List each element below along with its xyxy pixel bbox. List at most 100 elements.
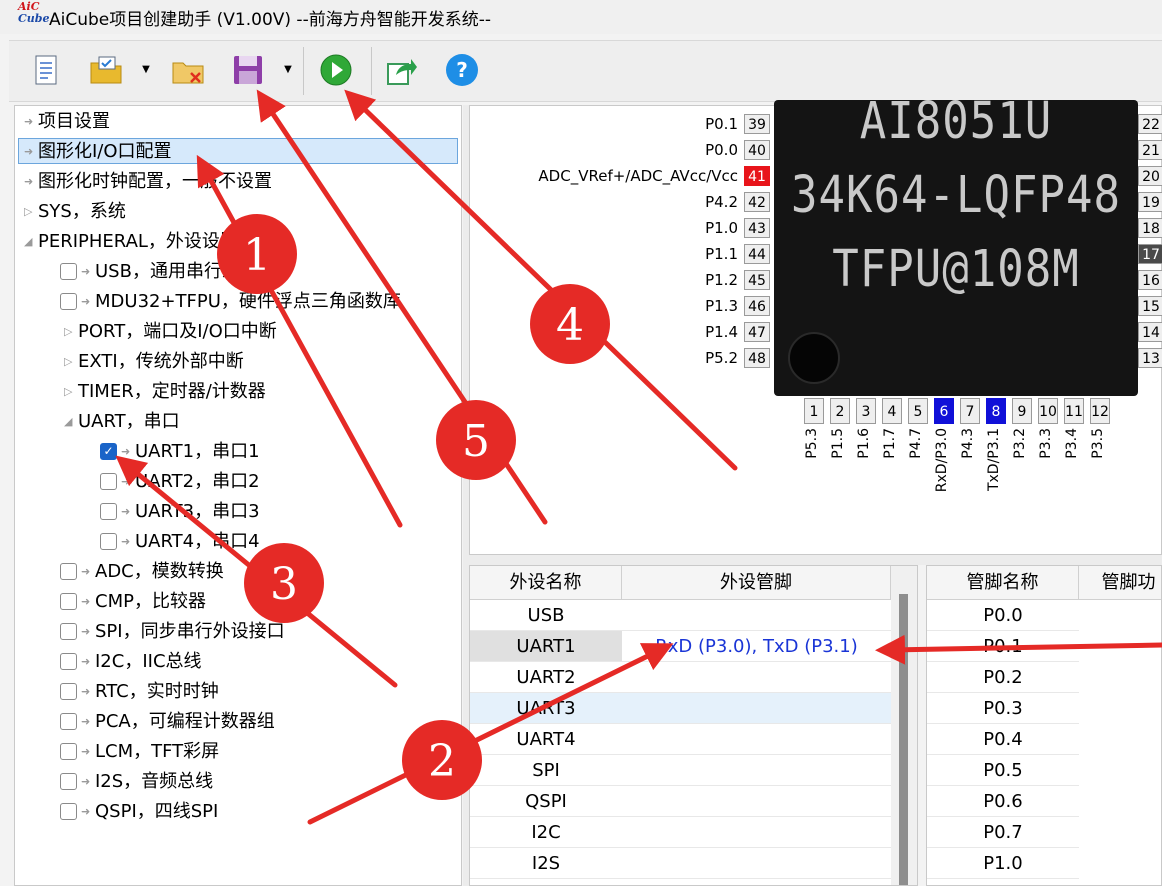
scrollbar-thumb[interactable] [899,594,908,885]
tree-item-usb[interactable]: ➜ USB，通用串行总线 [60,259,258,285]
table-cell-pin[interactable]: P0.1 [927,631,1079,662]
pin-14[interactable]: 14 [1138,322,1162,342]
table-cell-name[interactable]: QSPI [470,786,622,817]
expand-arrow-icon[interactable]: ▷ [64,319,74,345]
tree-item-uart[interactable]: ◢ UART，串口 [64,409,180,435]
table-cell-name[interactable]: UART1 [470,631,622,662]
pin-39[interactable]: 39 [744,114,770,134]
tree-item-peripheral[interactable]: ◢ PERIPHERAL，外设设置 [24,229,238,255]
checkbox[interactable] [60,592,77,610]
table-cell-pins[interactable] [622,755,891,786]
pin-8[interactable]: 8 [986,398,1006,424]
table-cell-pin[interactable]: P1.0 [927,848,1079,879]
tree-item-timer[interactable]: ▷ TIMER，定时器/计数器 [64,379,266,405]
collapse-arrow-icon[interactable]: ◢ [64,409,74,435]
checkbox[interactable] [60,712,77,730]
tree-item-adc[interactable]: ➜ ADC，模数转换 [60,559,224,585]
checkbox[interactable] [60,742,77,760]
pin-9[interactable]: 9 [1012,398,1032,424]
pin-1[interactable]: 1 [804,398,824,424]
table-cell-pin[interactable]: P0.7 [927,817,1079,848]
open-dropdown-arrow[interactable]: ▼ [139,63,153,77]
tree-item-uart1[interactable]: ✓ ➜ UART1，串口1 [100,439,260,465]
pin-4[interactable]: 4 [882,398,902,424]
tree-item-uart3[interactable]: ➜ UART3，串口3 [100,499,260,525]
pin-15[interactable]: 15 [1138,296,1162,316]
checkbox[interactable] [60,682,77,700]
pin-45[interactable]: 45 [744,270,770,290]
pin-22[interactable]: 22 [1138,114,1162,134]
checkbox[interactable] [60,652,77,670]
pin-41[interactable]: 41 [744,166,770,186]
help-icon[interactable]: ? [445,53,479,87]
table-cell-name[interactable]: UART3 [470,693,622,724]
table-cell-pins[interactable] [622,662,891,693]
table-cell-name[interactable]: UART4 [470,724,622,755]
table-cell-pin[interactable]: P0.4 [927,724,1079,755]
tree-item-pca[interactable]: ➜ PCA，可编程计数器组 [60,709,275,735]
checkbox[interactable] [100,472,117,490]
pin-20[interactable]: 20 [1138,166,1162,186]
pin-2[interactable]: 2 [830,398,850,424]
pin-40[interactable]: 40 [744,140,770,160]
tree-item-clock-config[interactable]: ➜ 图形化时钟配置，一般不设置 [24,169,272,195]
pin-7[interactable]: 7 [960,398,980,424]
tree-item-uart4[interactable]: ➜ UART4，串口4 [100,529,260,555]
tree-item-port[interactable]: ▷ PORT，端口及I/O口中断 [64,319,277,345]
checkbox[interactable] [60,262,77,280]
table-cell-pin[interactable]: P0.2 [927,662,1079,693]
save-dropdown-arrow[interactable]: ▼ [281,63,295,77]
new-document-icon[interactable] [29,53,63,87]
open-folder-icon[interactable] [89,53,123,87]
tree-item-lcm[interactable]: ➜ LCM，TFT彩屏 [60,739,219,765]
checkbox[interactable] [60,562,77,580]
tree-item-io-config[interactable]: ➜ 图形化I/O口配置 [18,138,458,164]
column-header-pin-function[interactable]: 管脚功 [1079,566,1161,600]
table-cell-name[interactable]: UART2 [470,662,622,693]
table-cell-pins[interactable] [622,600,891,631]
pin-5[interactable]: 5 [908,398,928,424]
pin-13[interactable]: 13 [1138,348,1162,368]
checkbox[interactable] [60,772,77,790]
pin-12[interactable]: 12 [1090,398,1110,424]
table-cell-name[interactable]: USB [470,600,622,631]
table-cell-pin[interactable]: P0.5 [927,755,1079,786]
pin-6[interactable]: 6 [934,398,954,424]
expand-arrow-icon[interactable]: ▷ [64,349,74,375]
horizontal-splitter[interactable] [469,555,1162,565]
table-cell-pin[interactable]: P0.6 [927,786,1079,817]
tree-item-exti[interactable]: ▷ EXTI，传统外部中断 [64,349,244,375]
checkbox[interactable] [60,622,77,640]
checkbox[interactable] [60,802,77,820]
table-cell-name[interactable]: I2S [470,848,622,879]
checkbox[interactable] [100,502,117,520]
table-cell-pins[interactable] [622,817,891,848]
pin-48[interactable]: 48 [744,348,770,368]
column-header-pin-name[interactable]: 管脚名称 [927,566,1079,600]
tree-item-i2s[interactable]: ➜ I2S，音频总线 [60,769,213,795]
collapse-arrow-icon[interactable]: ◢ [24,229,34,255]
table-cell-pin[interactable]: P0.3 [927,693,1079,724]
column-header-peripheral-pins[interactable]: 外设管脚 [622,566,891,600]
pin-3[interactable]: 3 [856,398,876,424]
tree-item-rtc[interactable]: ➜ RTC，实时时钟 [60,679,219,705]
pin-42[interactable]: 42 [744,192,770,212]
tree-item-i2c[interactable]: ➜ I2C，IIC总线 [60,649,202,675]
expand-arrow-icon[interactable]: ▷ [64,379,74,405]
pin-44[interactable]: 44 [744,244,770,264]
expand-arrow-icon[interactable]: ▷ [24,199,34,225]
pin-10[interactable]: 10 [1038,398,1058,424]
table-cell-pins[interactable]: RxD (P3.0), TxD (P3.1) [622,631,891,662]
checkbox-checked[interactable]: ✓ [100,442,117,460]
tree-item-sys[interactable]: ▷ SYS，系统 [24,199,126,225]
tree-item-mdu32[interactable]: ➜ MDU32+TFPU，硬件浮点三角函数库 [60,289,401,315]
pin-16[interactable]: 16 [1138,270,1162,290]
checkbox[interactable] [100,532,117,550]
table-cell-pins[interactable] [622,724,891,755]
table-cell-pins[interactable] [622,848,891,879]
pin-43[interactable]: 43 [744,218,770,238]
table-cell-pin[interactable]: P0.0 [927,600,1079,631]
tree-item-project-settings[interactable]: ➜ 项目设置 [24,109,110,135]
save-icon[interactable] [231,53,265,87]
table-cell-pins[interactable] [622,786,891,817]
